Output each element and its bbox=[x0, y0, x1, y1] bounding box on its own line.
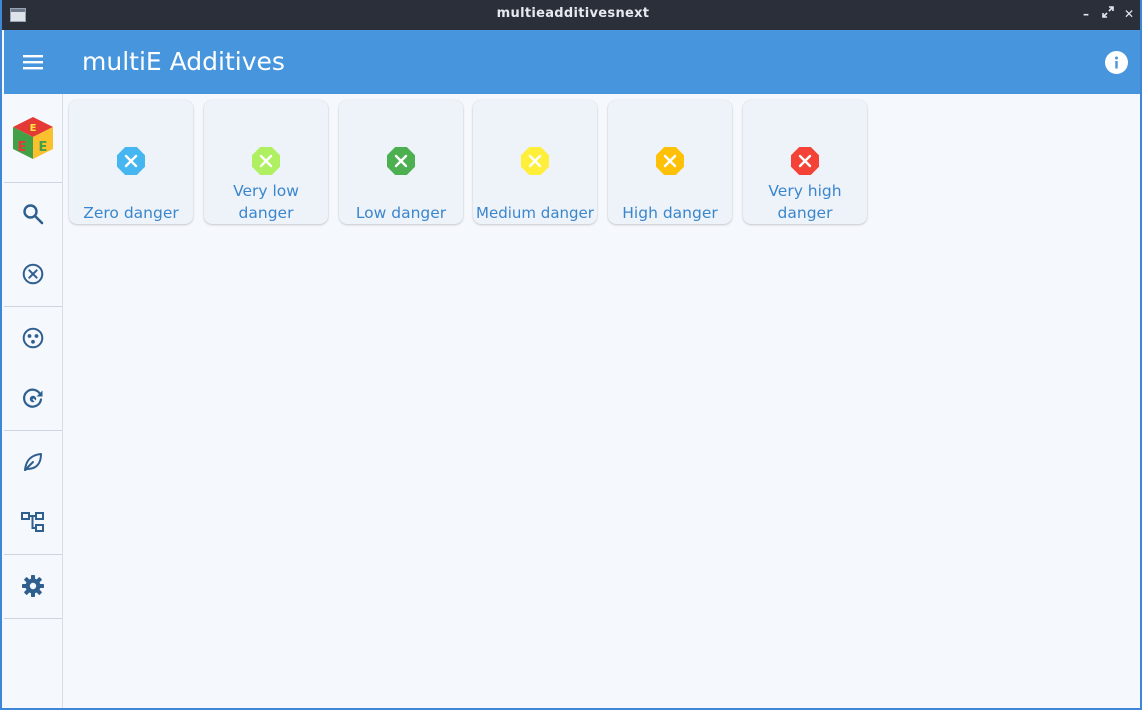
danger-card-very-low[interactable]: Very low danger bbox=[204, 100, 328, 224]
app-window: multieadditivesnext – ✕ multiE Additives bbox=[0, 0, 1142, 710]
medium-danger-icon bbox=[521, 147, 549, 175]
sidebar-item-search[interactable] bbox=[4, 186, 62, 242]
search-icon bbox=[23, 204, 44, 225]
leaf-icon bbox=[24, 453, 42, 471]
svg-text:E: E bbox=[30, 123, 37, 134]
svg-text:E: E bbox=[39, 140, 48, 155]
info-icon bbox=[1115, 56, 1118, 69]
minimize-icon[interactable]: – bbox=[1078, 6, 1094, 22]
page-title: multiE Additives bbox=[82, 47, 285, 76]
maximize-icon[interactable] bbox=[1100, 6, 1116, 22]
sidebar-item-dangers[interactable] bbox=[4, 246, 62, 302]
svg-text:E: E bbox=[18, 140, 27, 155]
danger-label: Medium danger bbox=[476, 204, 594, 222]
refresh-circle-icon bbox=[23, 388, 43, 408]
danger-label: Very low danger bbox=[233, 182, 299, 222]
danger-label: Very high danger bbox=[768, 182, 842, 222]
close-icon[interactable]: ✕ bbox=[1121, 6, 1137, 22]
app-bar: multiE Additives bbox=[4, 30, 1140, 94]
danger-grid: Zero danger Very low danger Low danger M… bbox=[64, 94, 1138, 708]
sidebar-item-categories[interactable] bbox=[4, 494, 62, 550]
danger-card-zero[interactable]: Zero danger bbox=[69, 100, 193, 224]
sidebar-item-settings[interactable] bbox=[4, 558, 62, 614]
low-danger-icon bbox=[387, 147, 415, 175]
app-logo[interactable]: E E E bbox=[4, 94, 62, 182]
tree-icon bbox=[21, 512, 44, 532]
cube-logo-icon: E E E bbox=[13, 117, 53, 159]
danger-card-high[interactable]: High danger bbox=[608, 100, 732, 224]
danger-label: High danger bbox=[622, 204, 718, 222]
sidebar: E E E bbox=[4, 94, 63, 708]
high-danger-icon bbox=[656, 147, 684, 175]
sidebar-item-groups[interactable] bbox=[4, 310, 62, 366]
danger-card-medium[interactable]: Medium danger bbox=[473, 100, 597, 224]
dots-circle-icon bbox=[22, 327, 44, 349]
danger-label: Zero danger bbox=[83, 204, 179, 222]
window-title: multieadditivesnext bbox=[496, 6, 650, 21]
sidebar-item-refresh[interactable] bbox=[4, 370, 62, 426]
hamburger-icon bbox=[23, 55, 43, 70]
info-button[interactable] bbox=[1105, 51, 1128, 74]
danger-card-very-high[interactable]: Very high danger bbox=[743, 100, 867, 224]
gear-icon bbox=[22, 575, 44, 597]
very-high-danger-icon bbox=[791, 147, 819, 175]
cancel-circle-icon bbox=[22, 263, 44, 285]
very-low-danger-icon bbox=[252, 147, 280, 175]
title-bar: multieadditivesnext – ✕ bbox=[2, 0, 1140, 30]
danger-label: Low danger bbox=[355, 204, 447, 222]
menu-button[interactable] bbox=[4, 30, 62, 94]
zero-danger-icon bbox=[117, 147, 145, 175]
sidebar-item-vegetarian[interactable] bbox=[4, 434, 62, 490]
danger-card-low[interactable]: Low danger bbox=[339, 100, 463, 224]
